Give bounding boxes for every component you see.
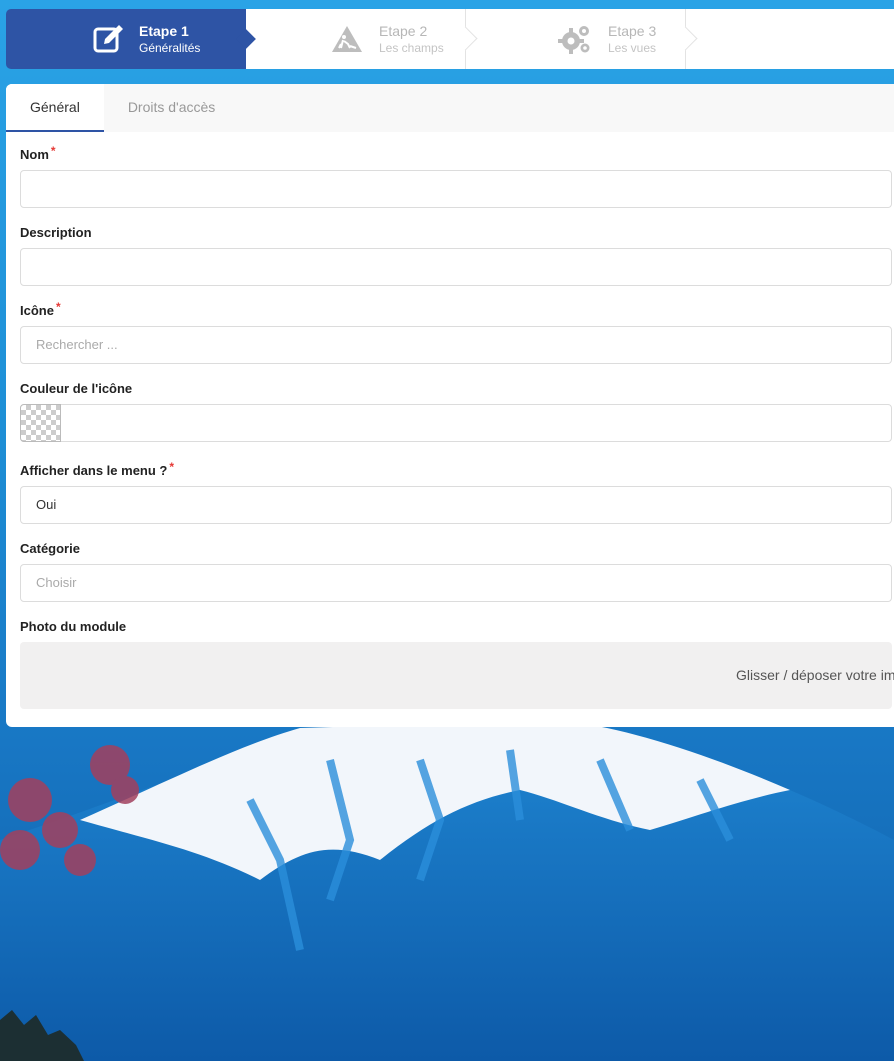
form-tabs: Général Droits d'accès — [6, 84, 894, 132]
step-2[interactable]: Etape 2 Les champs — [246, 9, 466, 69]
module-form-card: Général Droits d'accès Nom * Description … — [6, 84, 894, 727]
menu-label-text: Afficher dans le menu ? — [20, 463, 168, 478]
required-marker: * — [169, 460, 175, 474]
step-1[interactable]: Etape 1 Généralités — [6, 9, 246, 69]
required-marker: * — [50, 144, 56, 158]
icon-search-input[interactable]: Rechercher ... — [20, 326, 892, 364]
nom-label-text: Nom — [20, 147, 49, 162]
tab-general[interactable]: Général — [6, 84, 104, 132]
gears-icon — [558, 26, 590, 54]
icon-color-input[interactable] — [20, 403, 892, 442]
photo-label: Photo du module — [20, 619, 127, 634]
general-form: Nom * Description Icône * Rechercher ... C… — [6, 144, 894, 709]
roadwork-icon — [332, 26, 362, 52]
categorie-label: Catégorie — [20, 541, 80, 556]
nom-input[interactable] — [20, 170, 892, 208]
icone-label: Icône * — [20, 300, 892, 320]
description-input[interactable] — [20, 248, 892, 286]
step-3[interactable]: Etape 3 Les vues — [466, 9, 686, 69]
step-2-subtitle: Les champs — [379, 41, 444, 55]
step-3-title: Etape 3 — [608, 23, 657, 39]
wizard-stepper: Etape 1 Généralités Etape 2 Les champs E… — [6, 9, 894, 69]
edit-icon — [93, 25, 123, 53]
menu-label: Afficher dans le menu ? * — [20, 460, 892, 480]
step-1-subtitle: Généralités — [139, 41, 201, 55]
couleur-label: Couleur de l'icône — [20, 381, 133, 396]
icone-label-text: Icône — [20, 303, 54, 318]
photo-dropzone[interactable]: Glisser / déposer votre im — [20, 642, 894, 709]
required-marker: * — [55, 300, 61, 314]
color-swatch[interactable] — [20, 403, 61, 442]
category-select[interactable]: Choisir — [20, 564, 892, 602]
nom-label: Nom * — [20, 144, 892, 164]
step-4[interactable] — [686, 9, 894, 69]
step-2-title: Etape 2 — [379, 23, 428, 39]
description-label: Description — [20, 225, 92, 240]
show-in-menu-select[interactable]: Oui — [20, 486, 892, 524]
step-1-title: Etape 1 — [139, 23, 189, 39]
tab-access-rights[interactable]: Droits d'accès — [104, 84, 239, 132]
step-3-subtitle: Les vues — [608, 41, 657, 55]
